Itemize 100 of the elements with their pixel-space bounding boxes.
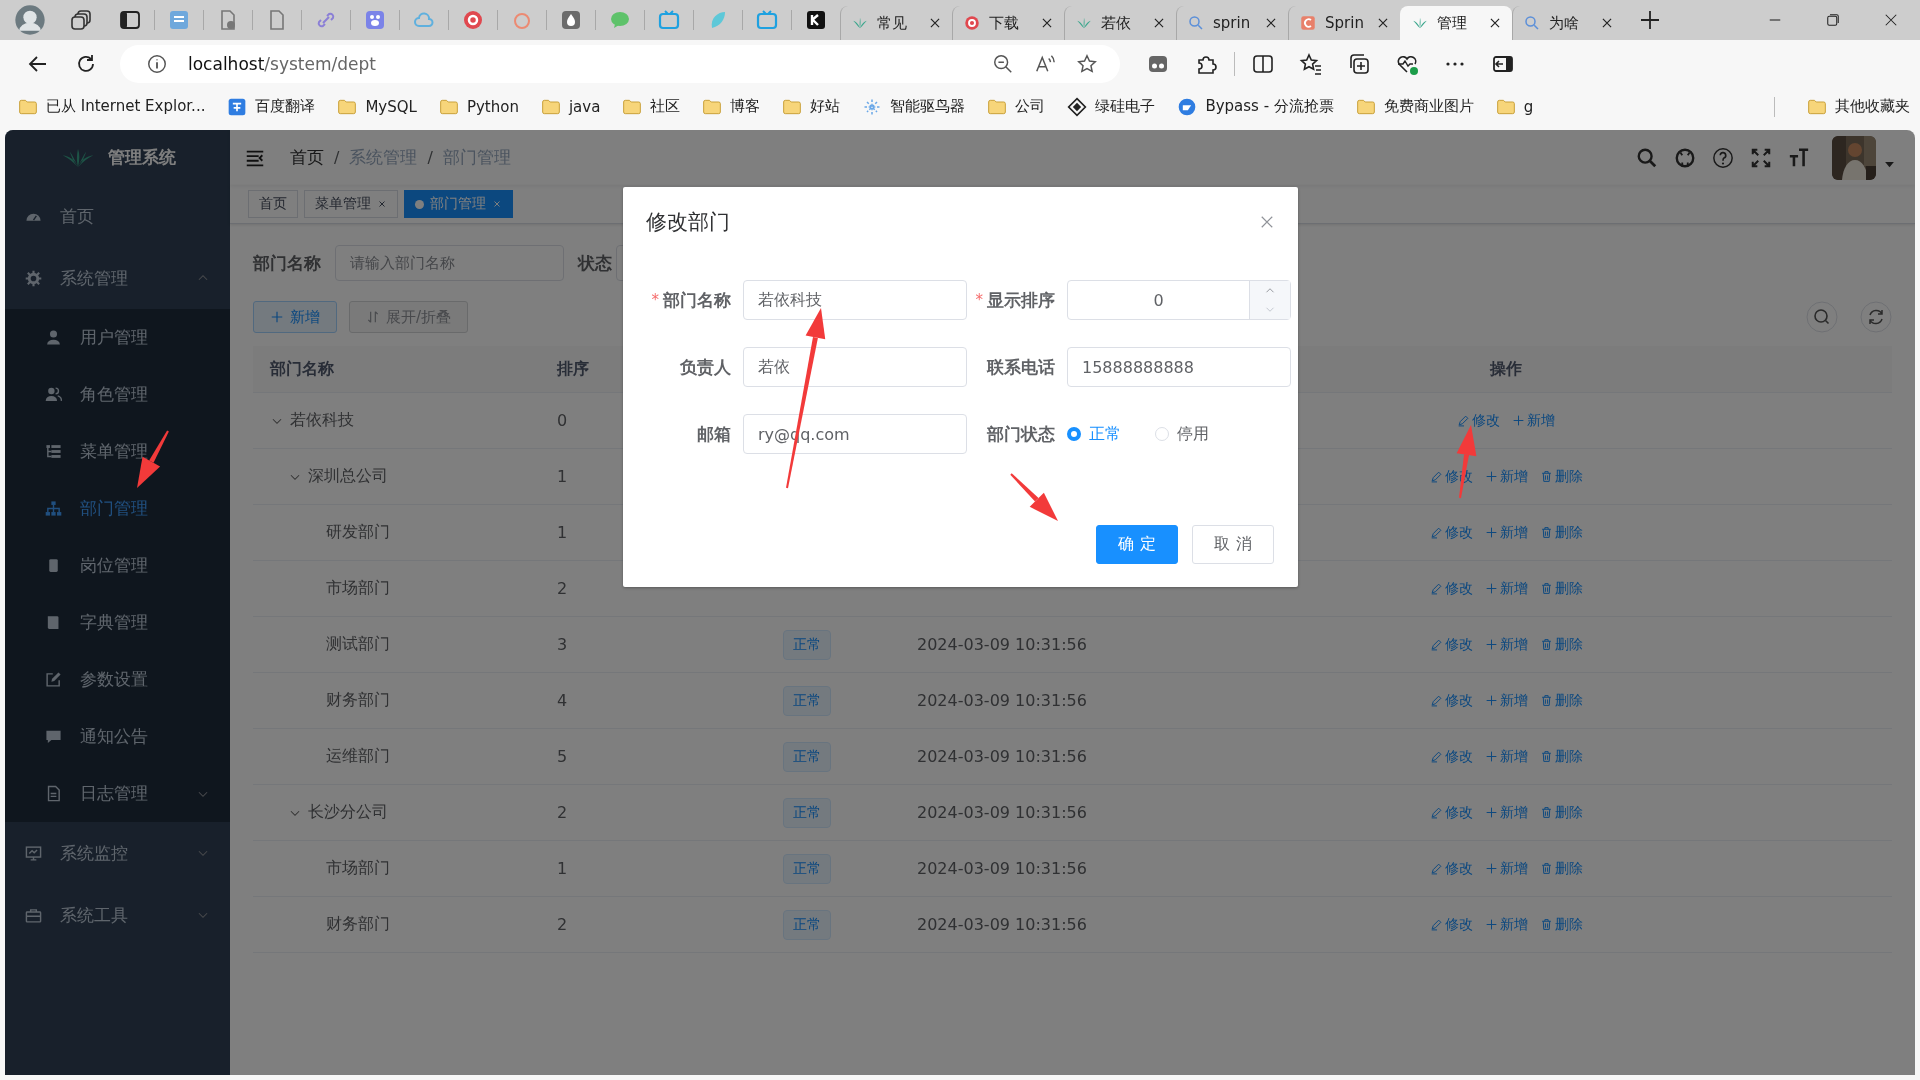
menu-item[interactable]: 系统工具 <box>5 884 230 946</box>
action-link[interactable]: 新增 <box>1484 579 1528 598</box>
action-link[interactable]: 新增 <box>1512 411 1555 430</box>
browser-tab[interactable]: 若依 <box>1064 6 1176 40</box>
browser-tab[interactable]: 为啥 <box>1512 6 1624 40</box>
action-link[interactable]: 修改 <box>1429 579 1473 598</box>
bookmark-item[interactable]: 智能驱鸟器 <box>862 96 966 117</box>
bookmark-item[interactable]: 已从 Internet Explor... <box>18 96 206 117</box>
tab-actions-icon[interactable] <box>118 8 142 32</box>
action-link[interactable]: 修改 <box>1429 915 1473 934</box>
document-icon[interactable] <box>167 8 191 32</box>
submenu-item[interactable]: 日志管理 <box>5 765 230 822</box>
restore-icon[interactable] <box>1824 11 1842 29</box>
bookmark-item[interactable]: 好站 <box>782 96 841 117</box>
action-link[interactable]: 修改 <box>1429 859 1473 878</box>
collections-icon[interactable] <box>1347 52 1371 76</box>
input-field[interactable]: 若依科技 <box>743 280 967 320</box>
browser-tab[interactable]: sprin <box>1176 6 1288 40</box>
bookmark-item[interactable]: MySQL <box>337 96 417 117</box>
split-screen-icon[interactable] <box>1251 52 1275 76</box>
bookmark-item[interactable]: 绿硅电子 <box>1067 96 1156 117</box>
input-field[interactable]: 15888888888 <box>1067 347 1291 387</box>
cancel-button[interactable]: 取 消 <box>1192 525 1274 564</box>
action-link[interactable]: 删除 <box>1539 803 1583 822</box>
bookmark-item[interactable]: 公司 <box>987 96 1046 117</box>
action-link[interactable]: 新增 <box>1484 635 1528 654</box>
radio-option[interactable]: 停用 <box>1155 423 1209 445</box>
info-icon[interactable] <box>146 53 168 75</box>
help-icon[interactable] <box>1712 146 1734 169</box>
radio-option[interactable]: 正常 <box>1067 423 1121 445</box>
square-logo-icon[interactable] <box>804 8 828 32</box>
close-icon[interactable] <box>1376 16 1390 30</box>
menu-item[interactable]: 首页 <box>5 185 230 247</box>
bookmark-item[interactable]: 其他收藏夹 <box>1807 96 1910 117</box>
bookmark-item[interactable]: Bypass - 分流抢票 <box>1177 96 1334 117</box>
browser-tab[interactable]: Sprin <box>1288 6 1400 40</box>
action-link[interactable]: 修改 <box>1457 411 1500 430</box>
close-icon[interactable] <box>1600 16 1614 30</box>
close-icon[interactable] <box>1152 16 1166 30</box>
browser-tab[interactable]: 管理 <box>1400 6 1512 40</box>
paw-icon[interactable] <box>363 8 387 32</box>
breadcrumb-item[interactable]: 首页 <box>290 146 324 169</box>
submenu-item[interactable]: 通知公告 <box>5 708 230 765</box>
close-icon[interactable] <box>1488 16 1502 30</box>
action-link[interactable]: 删除 <box>1539 691 1583 710</box>
action-link[interactable]: 新增 <box>1484 691 1528 710</box>
confirm-button[interactable]: 确 定 <box>1096 525 1178 564</box>
action-link[interactable]: 删除 <box>1539 523 1583 542</box>
action-link[interactable]: 新增 <box>1484 747 1528 766</box>
submenu-item[interactable]: 岗位管理 <box>5 537 230 594</box>
submenu-item[interactable]: 角色管理 <box>5 366 230 423</box>
menu-item[interactable]: 系统管理 <box>5 247 230 309</box>
close-icon[interactable] <box>928 16 942 30</box>
circle-logo-icon[interactable] <box>461 8 485 32</box>
bookmark-item[interactable]: 百度翻译 <box>227 96 316 117</box>
action-link[interactable]: 新增 <box>1484 915 1528 934</box>
action-link[interactable]: 修改 <box>1429 635 1473 654</box>
action-link[interactable]: 修改 <box>1429 691 1473 710</box>
fullscreen-icon[interactable] <box>1750 146 1772 169</box>
bookmark-item[interactable]: 博客 <box>702 96 761 117</box>
radio-button[interactable] <box>1067 427 1081 441</box>
action-link[interactable]: 修改 <box>1429 803 1473 822</box>
action-link[interactable]: 删除 <box>1539 467 1583 486</box>
submenu-item[interactable]: 参数设置 <box>5 651 230 708</box>
action-link[interactable]: 删除 <box>1539 747 1583 766</box>
workspaces-icon[interactable] <box>70 8 94 32</box>
action-link[interactable]: 新增 <box>1484 467 1528 486</box>
action-link[interactable]: 删除 <box>1539 635 1583 654</box>
action-link[interactable]: 删除 <box>1539 859 1583 878</box>
bookmark-item[interactable]: java <box>540 96 601 117</box>
refresh-icon[interactable] <box>1860 301 1892 333</box>
menu-item[interactable]: 系统监控 <box>5 822 230 884</box>
close-icon[interactable] <box>1040 16 1054 30</box>
search-icon[interactable] <box>1636 146 1658 169</box>
action-link[interactable]: 新增 <box>1484 803 1528 822</box>
action-link[interactable]: 新增 <box>1484 859 1528 878</box>
action-link[interactable]: 修改 <box>1429 523 1473 542</box>
toolbar-button[interactable]: 新增 <box>253 301 337 333</box>
zoom-out-icon[interactable] <box>992 53 1014 75</box>
search-icon[interactable] <box>1806 301 1838 333</box>
action-link[interactable]: 新增 <box>1484 523 1528 542</box>
submenu-item[interactable]: 用户管理 <box>5 309 230 366</box>
favorites-icon[interactable] <box>1299 52 1323 76</box>
submenu-item[interactable]: 字典管理 <box>5 594 230 651</box>
action-link[interactable]: 删除 <box>1539 915 1583 934</box>
close-icon[interactable] <box>1264 16 1278 30</box>
caret-icon[interactable] <box>1884 161 1895 168</box>
input-field[interactable]: 若依 <box>743 347 967 387</box>
browser-tab[interactable]: 常见 <box>840 6 952 40</box>
font-size-icon[interactable] <box>1788 146 1810 169</box>
bookmark-item[interactable]: 社区 <box>622 96 681 117</box>
page-tab[interactable]: 首页 <box>248 190 298 218</box>
star-icon[interactable] <box>1076 53 1098 75</box>
page-tab[interactable]: 部门管理 <box>404 190 513 218</box>
action-link[interactable]: 修改 <box>1429 747 1473 766</box>
browser-tab[interactable]: 下载 <box>952 6 1064 40</box>
address-field[interactable]: localhost/system/dept <box>120 45 1120 83</box>
page-tab[interactable]: 菜单管理 <box>304 190 398 218</box>
action-link[interactable]: 删除 <box>1539 579 1583 598</box>
drop-icon[interactable] <box>559 8 583 32</box>
